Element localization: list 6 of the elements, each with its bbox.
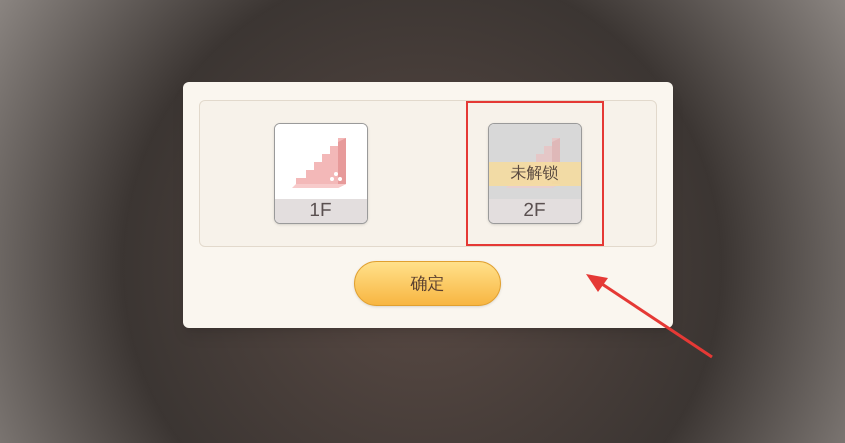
locked-label: 未解锁 (488, 162, 580, 186)
floor-label: 1F (274, 199, 366, 223)
floor-tile[interactable]: 未解锁 2F (488, 123, 582, 224)
floor-tile[interactable]: 1F (274, 123, 368, 224)
floor-label: 2F (488, 199, 580, 223)
confirm-button[interactable]: 确定 (354, 261, 501, 306)
